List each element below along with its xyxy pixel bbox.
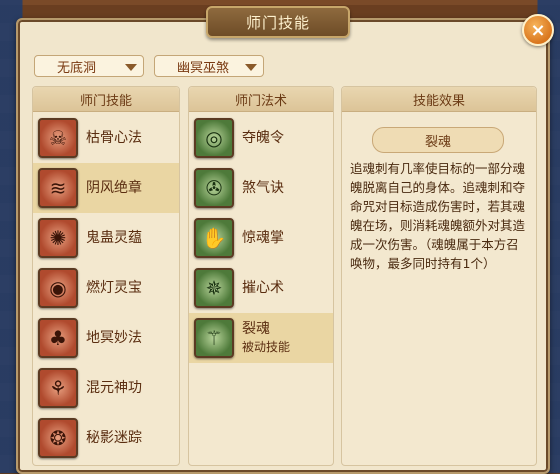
skill-label: 地冥妙法 [86, 330, 142, 346]
spell-text: 裂魂 被动技能 [242, 320, 290, 356]
skill-label: 鬼蛊灵蕴 [86, 230, 142, 246]
skills-header: 师门技能 [33, 87, 179, 112]
vortex-icon: ✇ [194, 168, 234, 208]
skill-row[interactable]: ☠ 枯骨心法 [33, 113, 179, 163]
spells-header: 师门法术 [189, 87, 333, 112]
skill-row[interactable]: ✺ 鬼蛊灵蕴 [33, 213, 179, 263]
insect-spirit-icon: ✺ [38, 218, 78, 258]
swirl-figure-icon: ⚘ [38, 368, 78, 408]
sect-skills-window: 无底洞 幽冥巫煞 师门技能 ☠ 枯骨心法 ≋ 阴风绝章 ✺ 鬼蛊灵蕴 ◉ 燃灯灵宝 ♣ 地冥妙法 ⚘… [16, 18, 550, 474]
spells-column: 师门法术 ◎ 夺魄令 ✇ 煞气诀 ✋ 惊魂掌 ✵ 摧心术 ⚚ 裂魂 被动技能 [188, 86, 334, 466]
spell-row[interactable]: ✇ 煞气诀 [189, 163, 333, 213]
spell-text: 夺魄令 [242, 129, 284, 147]
close-icon: × [530, 19, 546, 41]
spell-label: 煞气诀 [242, 180, 284, 196]
spell-row[interactable]: ◎ 夺魄令 [189, 113, 333, 163]
close-button[interactable]: × [522, 14, 554, 46]
skills-column: 师门技能 ☠ 枯骨心法 ≋ 阴风绝章 ✺ 鬼蛊灵蕴 ◉ 燃灯灵宝 ♣ 地冥妙法 ⚘ 混元神功 ❂ 秘影迷踪 [32, 86, 180, 466]
palm-icon: ✋ [194, 218, 234, 258]
spell-label: 摧心术 [242, 280, 284, 296]
wind-scroll-icon: ≋ [38, 168, 78, 208]
spell-label: 惊魂掌 [242, 230, 284, 246]
spell-row[interactable]: ✵ 摧心术 [189, 263, 333, 313]
mushroom-spirit-icon: ♣ [38, 318, 78, 358]
eye-seal-icon: ◎ [194, 118, 234, 158]
spell-label: 裂魂 [242, 321, 270, 337]
spell-text: 惊魂掌 [242, 229, 284, 247]
effect-description: 追魂刺有几率使目标的一部分魂魄脱离自己的身体。追魂刺和夺命咒对目标造成伤害时，若… [350, 161, 526, 271]
split-soul-icon: ⚚ [194, 318, 234, 358]
shadow-swirl-icon: ❂ [38, 418, 78, 458]
skill-label: 秘影迷踪 [86, 430, 142, 446]
spell-row[interactable]: ✋ 惊魂掌 [189, 213, 333, 263]
skill-label: 燃灯灵宝 [86, 280, 142, 296]
spell-text: 煞气诀 [242, 179, 284, 197]
spell-label: 夺魄令 [242, 130, 284, 146]
spell-row[interactable]: ⚚ 裂魂 被动技能 [189, 313, 333, 363]
chevron-down-icon [245, 64, 257, 71]
school-dropdown-value: 幽冥巫煞 [177, 60, 230, 76]
lantern-disc-icon: ◉ [38, 268, 78, 308]
school-dropdown[interactable]: 幽冥巫煞 [154, 55, 264, 77]
ghost-flame-icon: ✵ [194, 268, 234, 308]
skill-row[interactable]: ⚘ 混元神功 [33, 363, 179, 413]
effect-header: 技能效果 [342, 87, 536, 112]
chevron-down-icon [125, 64, 137, 71]
skill-row[interactable]: ♣ 地冥妙法 [33, 313, 179, 363]
effect-skill-name: 裂魂 [372, 127, 504, 153]
spell-text: 摧心术 [242, 279, 284, 297]
skill-row[interactable]: ≋ 阴风绝章 [33, 163, 179, 213]
skill-label: 阴风绝章 [86, 180, 142, 196]
effect-column: 技能效果 裂魂 追魂刺有几率使目标的一部分魂魄脱离自己的身体。追魂刺和夺命咒对目… [341, 86, 537, 466]
skill-label: 混元神功 [86, 380, 142, 396]
sect-dropdown[interactable]: 无底洞 [34, 55, 144, 77]
skill-row[interactable]: ❂ 秘影迷踪 [33, 413, 179, 463]
skill-label: 枯骨心法 [86, 130, 142, 146]
spell-sublabel: 被动技能 [242, 340, 291, 354]
window-title: 师门技能 [206, 6, 350, 38]
skill-row[interactable]: ◉ 燃灯灵宝 [33, 263, 179, 313]
skull-staff-icon: ☠ [38, 118, 78, 158]
sect-dropdown-value: 无底洞 [57, 60, 97, 76]
